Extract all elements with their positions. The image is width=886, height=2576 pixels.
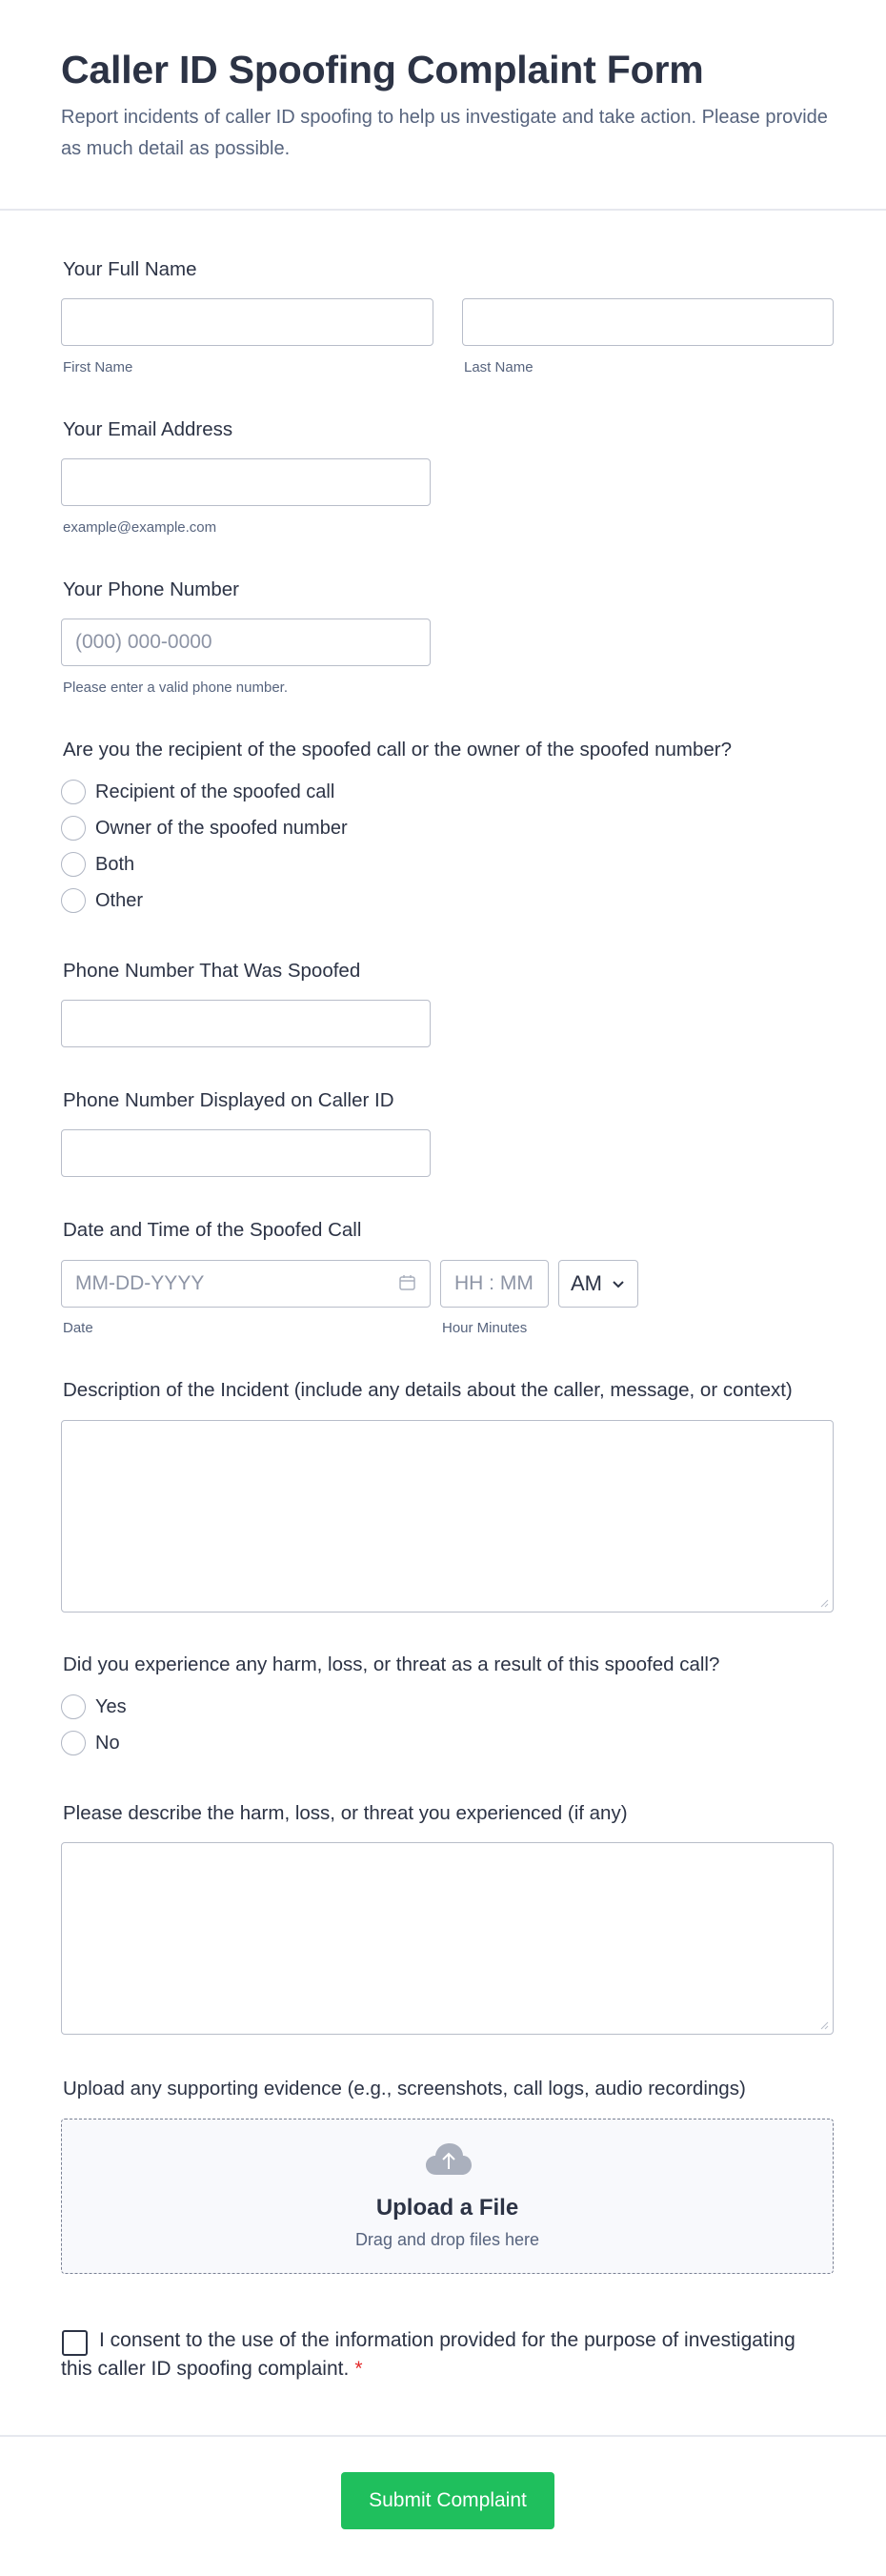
radio-button[interactable] xyxy=(61,816,86,841)
form-header: Caller ID Spoofing Complaint Form Report… xyxy=(0,0,886,211)
email-input[interactable] xyxy=(61,458,431,506)
radio-label: No xyxy=(95,1732,120,1754)
displayed-number-label: Phone Number Displayed on Caller ID xyxy=(63,1089,394,1111)
email-label: Your Email Address xyxy=(63,418,233,440)
radio-label: Other xyxy=(95,889,144,911)
ampm-select[interactable]: AM xyxy=(558,1260,638,1308)
calendar-icon[interactable] xyxy=(398,1273,417,1292)
upload-title: Upload a File xyxy=(375,2195,519,2221)
harm-question-label: Did you experience any harm, loss, or th… xyxy=(63,1653,720,1675)
spoofed-number-label: Phone Number That Was Spoofed xyxy=(63,960,361,982)
last-name-input[interactable] xyxy=(462,298,834,346)
last-name-sublabel: Last Name xyxy=(464,359,534,375)
description-label: Description of the Incident (include any… xyxy=(63,1379,793,1401)
radio-option-other[interactable]: Other xyxy=(61,887,143,914)
chevron-down-icon xyxy=(613,1281,624,1288)
time-input[interactable] xyxy=(440,1260,549,1308)
phone-label: Your Phone Number xyxy=(63,578,240,600)
ampm-value: AM xyxy=(571,1271,602,1295)
role-question-label: Are you the recipient of the spoofed cal… xyxy=(63,739,732,761)
spoofed-number-input[interactable] xyxy=(61,1000,431,1047)
upload-label: Upload any supporting evidence (e.g., sc… xyxy=(63,2078,746,2099)
radio-label: Yes xyxy=(95,1695,127,1717)
radio-label: Owner of the spoofed number xyxy=(95,817,348,839)
cloud-upload-icon xyxy=(426,2143,472,2175)
harm-details-label: Please describe the harm, loss, or threa… xyxy=(63,1802,628,1824)
description-textarea[interactable] xyxy=(61,1420,834,1613)
radio-button[interactable] xyxy=(61,888,86,913)
radio-option-both[interactable]: Both xyxy=(61,851,134,878)
required-asterisk: * xyxy=(354,2358,363,2380)
date-input[interactable] xyxy=(61,1260,431,1308)
radio-option-recipient[interactable]: Recipient of the spoofed call xyxy=(61,779,334,805)
footer-divider xyxy=(0,2435,886,2437)
first-name-input[interactable] xyxy=(61,298,433,346)
phone-input[interactable] xyxy=(61,619,431,666)
radio-button[interactable] xyxy=(61,852,86,877)
radio-button[interactable] xyxy=(61,1694,86,1719)
radio-option-no[interactable]: No xyxy=(61,1730,120,1756)
radio-button[interactable] xyxy=(61,780,86,804)
upload-subtitle: Drag and drop files here xyxy=(354,2230,540,2249)
time-sublabel: Hour Minutes xyxy=(442,1320,528,1336)
radio-label: Both xyxy=(95,853,135,875)
first-name-sublabel: First Name xyxy=(63,359,133,375)
consent-label: I consent to the use of the information … xyxy=(61,2326,814,2383)
resize-grip-icon[interactable] xyxy=(819,1598,829,1608)
radio-option-yes[interactable]: Yes xyxy=(61,1694,127,1720)
harm-details-textarea[interactable] xyxy=(61,1842,834,2035)
displayed-number-input[interactable] xyxy=(61,1129,431,1177)
radio-button[interactable] xyxy=(61,1731,86,1755)
phone-sublabel: Please enter a valid phone number. xyxy=(63,679,288,696)
consent-text: I consent to the use of the information … xyxy=(61,2329,795,2380)
datetime-label: Date and Time of the Spoofed Call xyxy=(63,1219,362,1241)
page-title: Caller ID Spoofing Complaint Form xyxy=(61,48,704,91)
date-sublabel: Date xyxy=(63,1320,93,1336)
resize-grip-icon[interactable] xyxy=(819,2020,829,2030)
email-sublabel: example@example.com xyxy=(63,519,217,536)
radio-option-owner[interactable]: Owner of the spoofed number xyxy=(61,815,348,842)
radio-label: Recipient of the spoofed call xyxy=(95,781,335,802)
page-subtitle: Report incidents of caller ID spoofing t… xyxy=(61,107,828,159)
file-upload-dropzone[interactable]: Upload a File Drag and drop files here xyxy=(61,2119,834,2274)
full-name-label: Your Full Name xyxy=(63,258,197,280)
submit-button[interactable]: Submit Complaint xyxy=(341,2472,554,2529)
